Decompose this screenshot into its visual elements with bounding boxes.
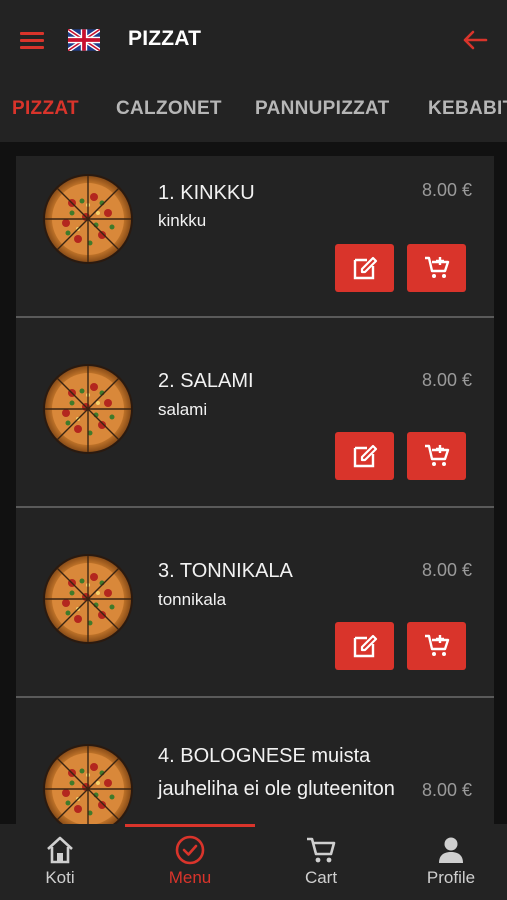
home-icon — [47, 836, 73, 864]
item-name: 3. TONNIKALA — [158, 560, 293, 582]
tab-calzonet[interactable]: CALZONET — [116, 98, 222, 120]
menu-item-card: 2. SALAMI salami 8.00 € — [16, 318, 494, 508]
pizza-image — [42, 553, 134, 645]
item-name: 2. SALAMI — [158, 370, 254, 392]
tab-kebabit[interactable]: KEBABIT — [428, 98, 507, 120]
tab-pannupizzat[interactable]: PANNUPIZZAT — [255, 98, 390, 120]
pizza-image — [42, 173, 134, 265]
person-icon — [439, 837, 463, 863]
hamburger-menu-icon[interactable] — [20, 30, 44, 50]
edit-button[interactable] — [335, 622, 394, 670]
menu-item-card: 1. KINKKU kinkku 8.00 € — [16, 156, 494, 318]
edit-icon — [351, 632, 379, 660]
tab-pizzat[interactable]: PIZZAT — [12, 98, 79, 120]
edit-icon — [351, 442, 379, 470]
app-bar: PIZZAT — [0, 0, 507, 80]
uk-flag-icon[interactable] — [66, 27, 102, 53]
menu-item-list[interactable]: 1. KINKKU kinkku 8.00 € 2. SALAMI salami… — [0, 142, 507, 824]
nav-profile[interactable]: Profile — [391, 824, 507, 900]
arrow-left-icon[interactable] — [461, 26, 489, 54]
edit-icon — [351, 254, 379, 282]
add-to-cart-icon — [423, 254, 451, 282]
nav-label: Cart — [304, 868, 338, 887]
item-description: salami — [158, 400, 208, 419]
item-name: 1. KINKKU — [158, 182, 255, 204]
bottom-navigation: Koti Menu Cart Profile — [0, 824, 507, 900]
menu-item-card: 4. BOLOGNESE muista jauheliha ei ole glu… — [16, 698, 494, 824]
item-price: 8.00 € — [421, 370, 472, 390]
page-title: PIZZAT — [128, 27, 202, 50]
add-to-cart-button[interactable] — [407, 432, 466, 480]
item-price: 8.00 € — [421, 560, 472, 580]
item-price: 8.00 € — [421, 780, 472, 800]
category-tabs: PIZZAT CALZONET PANNUPIZZAT KEBABIT — [0, 80, 507, 142]
nav-label: Koti — [45, 868, 75, 887]
add-to-cart-button[interactable] — [407, 244, 466, 292]
nav-menu[interactable]: Menu — [130, 824, 250, 900]
item-description: tonnikala — [158, 590, 227, 609]
menu-item-card: 3. TONNIKALA tonnikala 8.00 € — [16, 508, 494, 698]
add-to-cart-button[interactable] — [407, 622, 466, 670]
nav-cart[interactable]: Cart — [261, 824, 381, 900]
nav-label: Profile — [426, 868, 476, 887]
cart-icon — [307, 837, 336, 863]
add-to-cart-icon — [423, 442, 451, 470]
nav-koti[interactable]: Koti — [0, 824, 120, 900]
item-description: kinkku — [158, 211, 207, 230]
pizza-image — [42, 363, 134, 455]
edit-button[interactable] — [335, 244, 394, 292]
check-circle-icon — [175, 835, 205, 865]
pizza-image — [42, 743, 134, 824]
item-price: 8.00 € — [421, 180, 472, 200]
edit-button[interactable] — [335, 432, 394, 480]
item-name: 4. BOLOGNESE muista jauheliha ei ole glu… — [158, 745, 395, 800]
nav-label: Menu — [168, 868, 212, 887]
add-to-cart-icon — [423, 632, 451, 660]
